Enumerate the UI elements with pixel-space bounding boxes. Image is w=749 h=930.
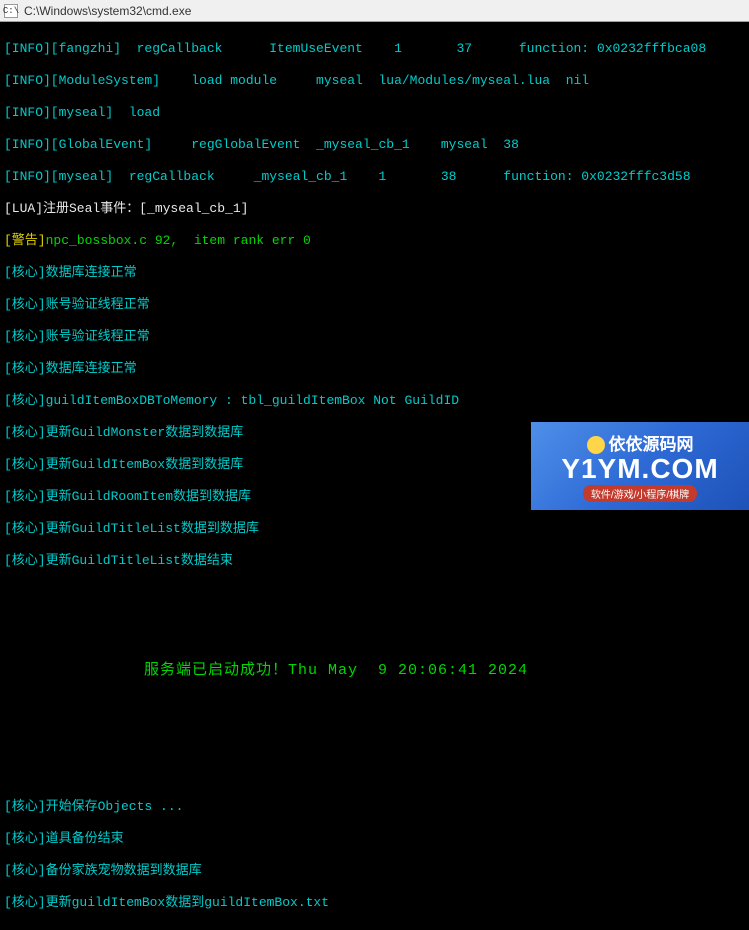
log-line: [核心]数据库连接正常 xyxy=(4,265,745,281)
log-line: [核心]更新GuildTitleList数据到数据库 xyxy=(4,521,745,537)
log-line: [核心]道具备份结束 xyxy=(4,831,745,847)
spacer xyxy=(4,767,745,783)
startup-banner: 服务端已启动成功！Thu May 9 20:06:41 2024 xyxy=(4,637,745,699)
log-line: [LUA]注册Seal事件：[_myseal_cb_1] xyxy=(4,201,745,217)
log-line: [INFO][fangzhi] regCallback ItemUseEvent… xyxy=(4,41,745,57)
spacer xyxy=(4,715,745,751)
watermark-site: Y1YM.COM xyxy=(561,453,718,485)
log-line: [INFO][ModuleSystem] load module myseal … xyxy=(4,73,745,89)
log-line: [INFO][myseal] regCallback _myseal_cb_1 … xyxy=(4,169,745,185)
log-line: [INFO][myseal] load xyxy=(4,105,745,121)
log-line: [核心]更新guildItemBox数据到guildItemBox.txt xyxy=(4,895,745,911)
watermark-title: 依依源码网 xyxy=(587,430,694,455)
log-line: [核心]guildItemBoxDBToMemory : tbl_guildIt… xyxy=(4,393,745,409)
window-titlebar[interactable]: C:\ C:\Windows\system32\cmd.exe xyxy=(0,0,749,22)
window-title: C:\Windows\system32\cmd.exe xyxy=(24,4,191,18)
watermark-title-text: 依依源码网 xyxy=(609,430,694,455)
log-line: [核心]开始保存Objects ... xyxy=(4,799,745,815)
log-line: [核心]账号验证线程正常 xyxy=(4,297,745,313)
log-line: [核心]备份家族宠物数据到数据库 xyxy=(4,863,745,879)
watermark-overlay: 依依源码网 Y1YM.COM 软件/游戏/小程序/棋牌 xyxy=(531,422,749,510)
log-line: [警告]npc_bossbox.c 92, item rank err 0 xyxy=(4,233,745,249)
log-line: [核心]账号验证线程正常 xyxy=(4,329,745,345)
log-line: [核心]更新GuildTitleList数据结束 xyxy=(4,553,745,569)
spacer xyxy=(4,585,745,621)
log-line: [核心]数据库连接正常 xyxy=(4,361,745,377)
warn-tag: [警告] xyxy=(4,233,46,248)
thumbs-up-icon xyxy=(587,436,605,454)
warn-text: npc_bossbox.c 92, item rank err 0 xyxy=(46,233,311,248)
watermark-sub: 软件/游戏/小程序/棋牌 xyxy=(583,485,697,502)
cmd-icon: C:\ xyxy=(4,4,18,18)
log-line: [INFO][GlobalEvent] regGlobalEvent _myse… xyxy=(4,137,745,153)
